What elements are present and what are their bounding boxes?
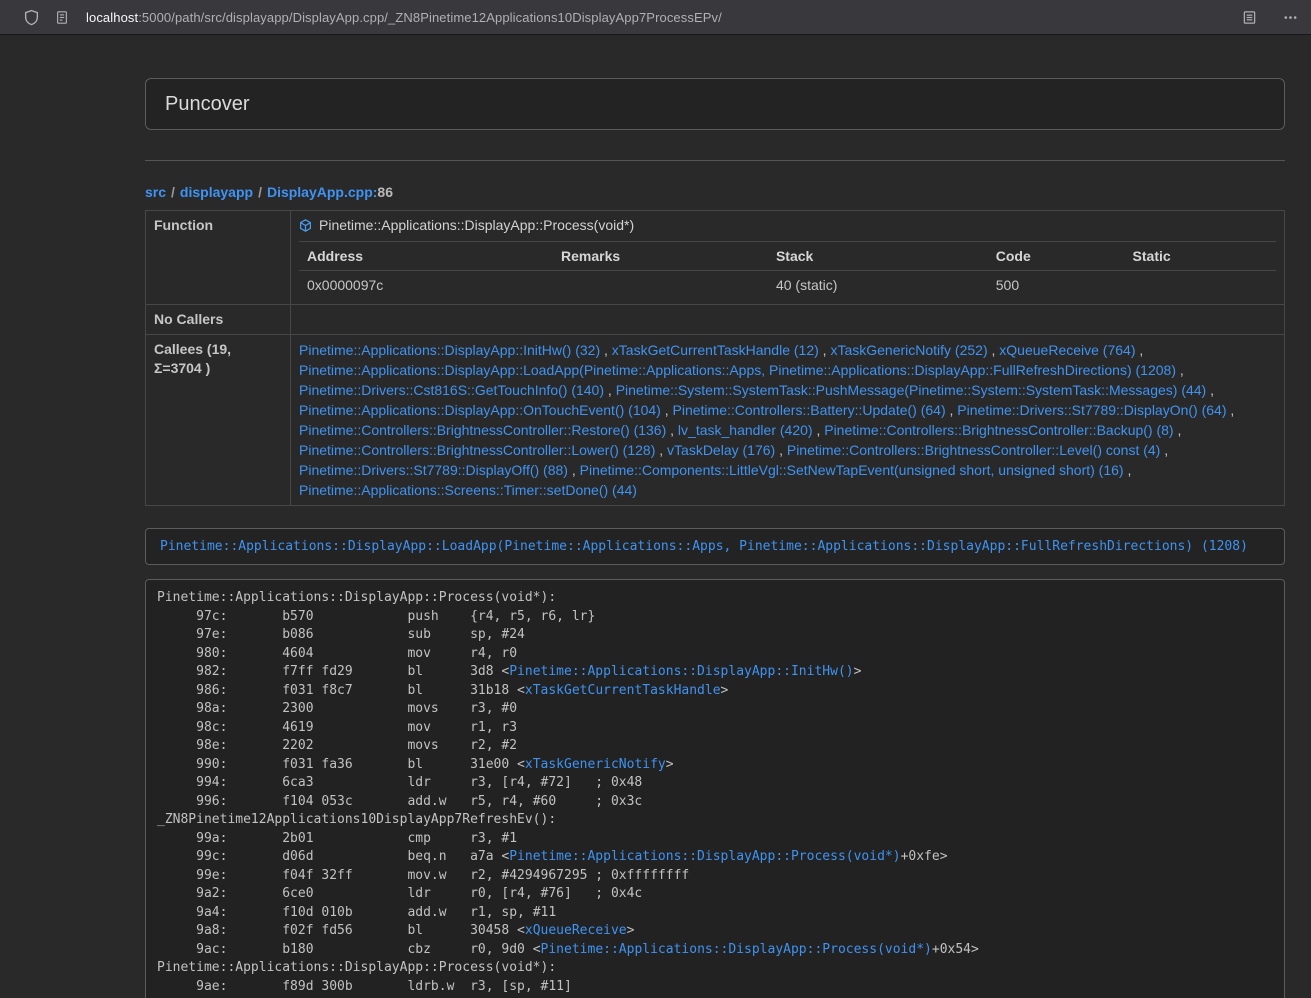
callee-link[interactable]: Pinetime::Drivers::St7789::DisplayOff() … [299,462,568,478]
detail-cell: 0x0000097c [299,271,553,300]
no-callers-label: No Callers [146,305,291,335]
detail-cell [1125,271,1276,300]
callee-separator: , [1174,422,1182,438]
function-detail-table: AddressRemarksStackCodeStatic 0x0000097c… [299,241,1276,299]
callee-link[interactable]: Pinetime::Controllers::BrightnessControl… [299,442,655,458]
callee-link[interactable]: Pinetime::Applications::Screens::Timer::… [299,482,637,498]
page-title: Puncover [165,93,250,115]
divider [145,160,1285,161]
breadcrumb-src-link[interactable]: src [145,184,166,200]
detail-cell [553,271,768,300]
detail-column-header: Stack [768,242,988,271]
url-text[interactable]: localhost:5000/path/src/displayapp/Displ… [86,10,722,25]
breadcrumb: src / displayapp / DisplayApp.cpp:86 [145,182,1285,202]
disassembly-symbol-link[interactable]: xTaskGenericNotify [525,757,666,772]
callee-link[interactable]: Pinetime::Applications::DisplayApp::Init… [299,342,600,358]
reader-view-icon[interactable] [1242,10,1257,25]
detail-column-header: Code [988,242,1125,271]
callee-link[interactable]: Pinetime::Controllers::BrightnessControl… [824,422,1173,438]
page-info-icon[interactable] [55,10,69,25]
detail-cell: 500 [988,271,1125,300]
callees-row: Callees (19, Σ=3704 ) Pinetime::Applicat… [146,335,1285,506]
no-callers-value [291,305,1285,335]
callee-separator: , [1227,402,1235,418]
function-name-row: Pinetime::Applications::DisplayApp::Proc… [299,216,1276,235]
callee-link[interactable]: xQueueReceive (764) [999,342,1135,358]
callee-separator: , [1135,342,1143,358]
callees-label: Callees (19, Σ=3704 ) [146,335,291,506]
highlighted-callee-link[interactable]: Pinetime::Applications::DisplayApp::Load… [160,539,1248,554]
browser-toolbar: localhost:5000/path/src/displayapp/Displ… [0,0,1311,35]
callee-separator: , [655,442,667,458]
detail-value-row: 0x0000097c 40 (static)500 [299,271,1276,300]
disassembly-symbol-link[interactable]: Pinetime::Applications::DisplayApp::Proc… [509,849,900,864]
function-cell: Pinetime::Applications::DisplayApp::Proc… [291,211,1285,305]
callees-list: Pinetime::Applications::DisplayApp::Init… [299,340,1276,500]
callee-separator: , [600,342,612,358]
disassembly-symbol-link[interactable]: xQueueReceive [525,923,627,938]
callee-link[interactable]: Pinetime::Components::LittleVgl::SetNewT… [580,462,1124,478]
callee-separator: , [604,382,616,398]
url-host: localhost [86,10,138,25]
callee-separator: , [813,422,825,438]
method-icon [299,219,312,232]
callee-link[interactable]: xTaskGenericNotify (252) [830,342,987,358]
callee-link[interactable]: Pinetime::Applications::DisplayApp::Load… [299,362,1176,378]
callee-separator: , [1206,382,1214,398]
callee-separator: , [1176,362,1184,378]
no-callers-row: No Callers [146,305,1285,335]
callee-link[interactable]: Pinetime::System::SystemTask::PushMessag… [616,382,1207,398]
callee-link[interactable]: Pinetime::Drivers::St7789::DisplayOn() (… [957,402,1226,418]
callee-link[interactable]: Pinetime::Controllers::BrightnessControl… [787,442,1160,458]
callee-link[interactable]: Pinetime::Controllers::Battery::Update()… [673,402,946,418]
detail-column-header: Remarks [553,242,768,271]
callee-link[interactable]: lv_task_handler (420) [678,422,813,438]
callee-separator: , [1160,442,1168,458]
disassembly-symbol-link[interactable]: Pinetime::Applications::DisplayApp::Init… [509,664,853,679]
callee-separator: , [988,342,1000,358]
callee-separator: , [775,442,787,458]
callee-separator: , [946,402,958,418]
callee-link[interactable]: Pinetime::Drivers::Cst816S::GetTouchInfo… [299,382,604,398]
breadcrumb-separator: / [258,184,262,200]
detail-column-header: Address [299,242,553,271]
shield-icon[interactable] [23,9,40,26]
function-name: Pinetime::Applications::DisplayApp::Proc… [319,216,634,235]
callee-separator: , [568,462,580,478]
callees-cell: Pinetime::Applications::DisplayApp::Init… [291,335,1285,506]
page-content: Puncover src / displayapp / DisplayApp.cpp:8… [145,35,1285,998]
callee-link[interactable]: Pinetime::Applications::DisplayApp::OnTo… [299,402,661,418]
callee-link[interactable]: xTaskGetCurrentTaskHandle (12) [612,342,819,358]
breadcrumb-line-number: 86 [377,184,393,200]
highlighted-callee-box: Pinetime::Applications::DisplayApp::Load… [145,528,1285,565]
callee-separator: , [819,342,831,358]
breadcrumb-file-link[interactable]: DisplayApp.cpp: [267,184,377,200]
function-table: Function Pinetime::Applications::Display… [145,210,1285,506]
detail-header-row: AddressRemarksStackCodeStatic [299,242,1276,271]
callee-link[interactable]: Pinetime::Controllers::BrightnessControl… [299,422,666,438]
detail-column-header: Static [1125,242,1276,271]
app-header: Puncover [145,78,1285,130]
callee-separator: , [661,402,673,418]
function-label: Function [146,211,291,305]
breadcrumb-separator: / [171,184,175,200]
url-path: :5000/path/src/displayapp/DisplayApp.cpp… [138,10,722,25]
callee-separator: , [1124,462,1132,478]
function-row: Function Pinetime::Applications::Display… [146,211,1285,305]
callee-link[interactable]: vTaskDelay (176) [667,442,775,458]
disassembly-symbol-link[interactable]: Pinetime::Applications::DisplayApp::Proc… [541,942,932,957]
more-menu-icon[interactable] [1283,10,1298,25]
disassembly-symbol-link[interactable]: xTaskGetCurrentTaskHandle [525,683,721,698]
breadcrumb-displayapp-link[interactable]: displayapp [180,184,253,200]
callee-separator: , [666,422,678,438]
disassembly-block: Pinetime::Applications::DisplayApp::Proc… [145,579,1285,998]
detail-cell: 40 (static) [768,271,988,300]
